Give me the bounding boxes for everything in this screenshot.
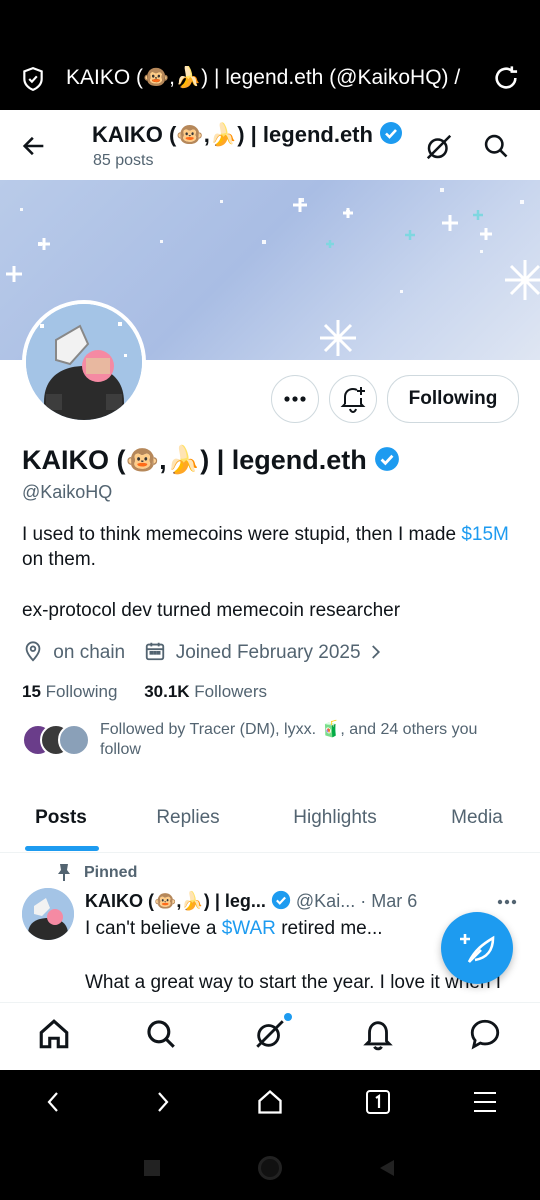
browser-address-bar: KAIKO (🐵,🍌) | legend.eth (@KaikoHQ) /	[0, 0, 540, 110]
following-button[interactable]: Following	[387, 375, 519, 423]
location-text: on chain	[53, 642, 126, 663]
verified-badge-icon[interactable]	[374, 446, 400, 472]
post-text-line-2: What a great way to start the year. I lo…	[85, 972, 502, 993]
bio-cashtag-link[interactable]: $15M	[461, 524, 509, 545]
post-header: KAIKO (🐵,🍌) | leg... @Kai... · Mar 6	[85, 890, 417, 912]
verified-badge-icon	[380, 122, 403, 144]
tab-media[interactable]: Media	[426, 798, 528, 852]
back-arrow-icon[interactable]	[20, 132, 48, 160]
twitter-app: KAIKO (🐵,🍌) | legend.eth 85 posts Follow…	[0, 110, 540, 1070]
pinned-label: Pinned	[84, 864, 138, 881]
notify-button[interactable]	[329, 375, 377, 423]
forward-chevron-icon[interactable]	[150, 1090, 174, 1114]
android-recents-button[interactable]	[144, 1160, 160, 1176]
follow-counts: 15 Following 30.1K Followers	[22, 682, 267, 702]
shield-check-icon[interactable]	[20, 66, 46, 92]
pin-icon	[58, 864, 70, 881]
post-cashtag-link[interactable]: $WAR	[222, 918, 276, 939]
followers-link[interactable]: 30.1K Followers	[144, 682, 267, 701]
header-name: KAIKO (🐵,🍌) | legend.eth	[92, 122, 373, 147]
profile-name: KAIKO (🐵,🍌) | legend.eth	[22, 445, 367, 475]
home-icon[interactable]	[256, 1088, 284, 1116]
following-label: Following	[40, 682, 118, 701]
bio-text-2: on them.	[22, 549, 96, 570]
followers-count: 30.1K	[144, 682, 190, 701]
tab-posts[interactable]: Posts	[10, 798, 112, 852]
post-text[interactable]: I can't believe a $WAR retired me...	[85, 918, 383, 940]
android-back-button[interactable]	[378, 1158, 396, 1178]
location-pin-icon	[25, 641, 41, 662]
back-chevron-icon[interactable]	[42, 1090, 66, 1114]
grok-icon[interactable]	[253, 1017, 287, 1051]
compose-post-button[interactable]	[441, 912, 513, 984]
url-text[interactable]: KAIKO (🐵,🍌) | legend.eth (@KaikoHQ) /	[66, 66, 476, 90]
reload-icon[interactable]	[492, 64, 520, 92]
post-text-2: retired me...	[275, 918, 383, 939]
search-icon[interactable]	[144, 1017, 178, 1051]
bell-plus-icon	[340, 387, 366, 414]
verified-badge-icon	[271, 890, 291, 910]
bio-line-2: ex-protocol dev turned memecoin research…	[22, 600, 401, 621]
compose-feather-icon	[460, 934, 495, 963]
home-icon[interactable]	[37, 1017, 71, 1051]
following-count: 15	[22, 682, 41, 701]
active-tab-indicator	[25, 846, 99, 851]
bio-text-1: I used to think memecoins were stupid, t…	[22, 524, 462, 545]
header-title: KAIKO (🐵,🍌) | legend.eth	[92, 121, 403, 148]
chevron-right-icon[interactable]	[366, 643, 384, 661]
tab-replies[interactable]: Replies	[130, 798, 246, 852]
post-text-1: I can't believe a	[85, 918, 222, 939]
search-icon[interactable]	[482, 132, 510, 160]
avatar-image	[26, 304, 142, 420]
profile-tabs: Posts Replies Highlights Media	[0, 798, 540, 853]
browser-bottom-bar	[0, 1070, 540, 1200]
post-handle[interactable]: @Kai...	[296, 891, 355, 911]
post-avatar[interactable]	[22, 888, 74, 940]
post-date[interactable]: · Mar 6	[360, 891, 417, 911]
profile-meta: on chain Joined February 2025	[22, 640, 384, 664]
calendar-icon	[146, 642, 165, 661]
profile-avatar[interactable]	[22, 300, 146, 424]
followed-by-text[interactable]: Followed by Tracer (DM), lyxx. 🧃, and 24…	[100, 720, 520, 760]
tabs-count-icon[interactable]	[364, 1088, 392, 1116]
profile-bio: I used to think memecoins were stupid, t…	[22, 522, 522, 572]
avatar	[58, 724, 90, 756]
bell-icon[interactable]	[361, 1017, 395, 1051]
grok-notification-dot	[284, 1013, 292, 1021]
post-more-icon[interactable]	[494, 892, 520, 912]
post-author[interactable]: KAIKO (🐵,🍌) | leg...	[85, 891, 266, 911]
messages-icon[interactable]	[468, 1017, 502, 1051]
followers-label: Followers	[189, 682, 268, 701]
more-dots-icon	[284, 396, 306, 402]
menu-icon[interactable]	[472, 1090, 498, 1114]
grok-icon[interactable]	[424, 132, 454, 162]
followers-you-know-avatars[interactable]	[22, 724, 92, 758]
joined-text[interactable]: Joined February 2025	[176, 642, 361, 663]
bottom-navigation	[0, 1002, 540, 1070]
profile-header: KAIKO (🐵,🍌) | legend.eth 85 posts	[0, 110, 540, 180]
android-home-button[interactable]	[258, 1156, 282, 1180]
profile-name-row: KAIKO (🐵,🍌) | legend.eth	[22, 444, 400, 476]
profile-handle: @KaikoHQ	[22, 482, 113, 502]
posts-count: 85 posts	[93, 152, 154, 169]
following-link[interactable]: 15 Following	[22, 682, 117, 701]
tab-highlights[interactable]: Highlights	[268, 798, 402, 852]
more-options-button[interactable]	[271, 375, 319, 423]
